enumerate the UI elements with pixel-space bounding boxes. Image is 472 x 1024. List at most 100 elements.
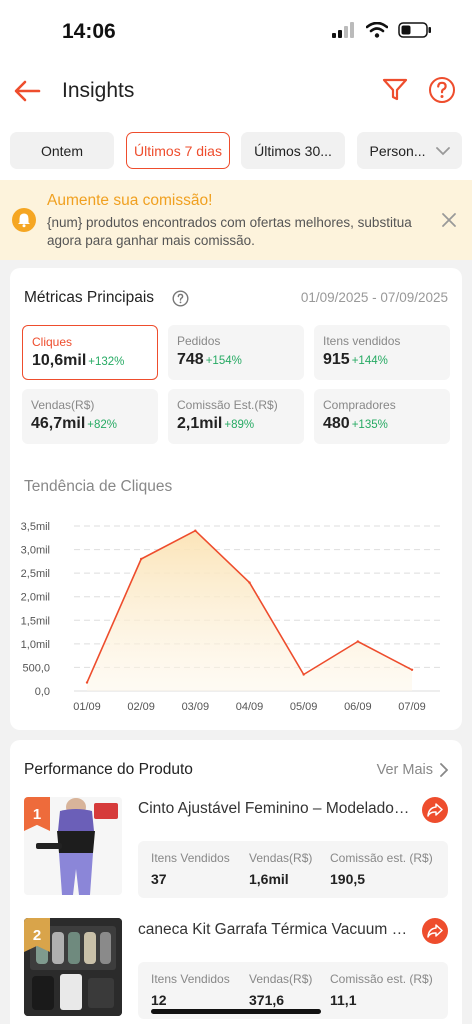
product-stats: Itens Vendidos 37 Vendas(R$) 1,6mil Comi… (138, 841, 448, 898)
tab-custom[interactable]: Person... (357, 132, 462, 169)
metric-value: 2,1mil (177, 415, 223, 432)
stat-label: Comissão est. (R$) (330, 851, 433, 865)
x-tick-label: 05/09 (290, 701, 318, 713)
page-title: Insights (62, 79, 135, 102)
data-point (194, 529, 197, 532)
tab-last-7-days[interactable]: Últimos 7 dias (126, 132, 230, 169)
share-arrow-icon (427, 803, 443, 817)
see-more-link[interactable]: Ver Mais (377, 762, 448, 778)
metric-change: +82% (87, 419, 117, 431)
metric-change: +135% (351, 419, 388, 431)
app-header: Insights (0, 62, 472, 120)
arrow-left-icon (14, 80, 41, 102)
chart-title: Tendência de Cliques (24, 478, 173, 495)
metric-card-pedidos[interactable]: Pedidos 748 +154% (168, 325, 304, 380)
date-range-tabs: Ontem Últimos 7 dias Últimos 30... Perso… (0, 120, 472, 180)
status-bar: 14:06 (0, 0, 472, 62)
product-name: caneca Kit Garrafa Térmica Vacuum Flask … (138, 921, 413, 938)
metric-label: Itens vendidos (323, 334, 401, 348)
see-more-label: Ver Mais (376, 762, 433, 778)
wifi-icon (366, 22, 388, 38)
metric-card-cliques[interactable]: Cliques 10,6mil +132% (22, 325, 158, 380)
chevron-right-icon (440, 763, 448, 777)
status-icons (332, 22, 432, 38)
metric-label: Comissão Est.(R$) (177, 398, 278, 412)
area-fill (87, 530, 412, 691)
metric-label: Vendas(R$) (31, 398, 95, 412)
banner-title: Aumente sua comissão! (47, 192, 213, 209)
metric-value: 46,7mil (31, 415, 86, 432)
home-indicator[interactable] (151, 1009, 321, 1014)
y-tick-label: 3,0mil (21, 545, 50, 557)
x-tick-label: 03/09 (182, 701, 210, 713)
filter-button[interactable] (381, 76, 409, 104)
tab-last-30-days[interactable]: Últimos 30... (241, 132, 345, 169)
product-name: Cinto Ajustável Feminino – Modelador Cin… (138, 800, 413, 817)
stat-value: 1,6mil (249, 871, 289, 887)
tab-label: Ontem (40, 142, 83, 159)
product-performance-card: Performance do Produto Ver Mais 1 Cinto … (10, 740, 462, 1024)
question-circle-icon (429, 77, 455, 103)
metric-value: 480 (323, 415, 350, 432)
stat-label: Comissão est. (R$) (330, 972, 433, 986)
metric-value: 748 (177, 351, 204, 368)
data-point (248, 581, 251, 584)
data-point (85, 681, 89, 684)
metric-value: 10,6mil (32, 352, 87, 369)
x-tick-label: 01/09 (73, 701, 101, 713)
metric-card-vendas[interactable]: Vendas(R$) 46,7mil +82% (22, 389, 158, 444)
data-point (356, 640, 360, 643)
stat-value: 12 (151, 992, 167, 1008)
metric-card-comissao[interactable]: Comissão Est.(R$) 2,1mil +89% (168, 389, 304, 444)
close-icon[interactable] (440, 211, 458, 229)
data-point (302, 673, 305, 676)
tab-label: Últimos 30... (254, 142, 332, 159)
stat-label: Vendas(R$) (249, 972, 313, 986)
x-tick-label: 07/09 (398, 701, 426, 713)
data-point (139, 557, 143, 561)
funnel-icon (382, 78, 408, 101)
y-tick-label: 500,0 (22, 662, 50, 674)
info-icon[interactable] (172, 290, 189, 307)
tab-ontem[interactable]: Ontem (10, 132, 114, 169)
y-tick-label: 0,0 (35, 686, 50, 698)
metric-change: +154% (205, 355, 242, 367)
metric-label: Pedidos (177, 334, 221, 348)
help-button[interactable] (428, 76, 456, 104)
share-arrow-icon (427, 924, 443, 938)
metric-card-compradores[interactable]: Compradores 480 +135% (314, 389, 450, 444)
y-tick-label: 1,0mil (21, 639, 50, 651)
stat-value: 371,6 (249, 992, 285, 1008)
x-tick-label: 06/09 (344, 701, 372, 713)
y-tick-label: 2,0mil (21, 592, 50, 604)
performance-title: Performance do Produto (24, 761, 193, 778)
product-image: 2 (24, 918, 122, 1016)
stat-label: Itens Vendidos (151, 851, 230, 865)
bell-icon (12, 208, 36, 232)
y-tick-label: 3,5mil (21, 521, 50, 533)
share-button[interactable] (422, 918, 448, 944)
tab-label: Últimos 7 dias (134, 142, 222, 159)
metric-card-itens-vendidos[interactable]: Itens vendidos 915 +144% (314, 325, 450, 380)
y-tick-label: 1,5mil (21, 615, 50, 627)
battery-icon (398, 22, 431, 38)
banner-text: {num} produtos encontrados com ofertas m… (47, 215, 412, 248)
back-button[interactable] (12, 76, 42, 106)
metric-change: +144% (351, 355, 388, 367)
x-tick-label: 04/09 (236, 701, 264, 713)
y-tick-label: 2,5mil (21, 568, 50, 580)
x-tick-label: 02/09 (127, 701, 155, 713)
stat-value: 190,5 (330, 871, 366, 887)
stat-label: Itens Vendidos (151, 972, 230, 986)
share-button[interactable] (422, 797, 448, 823)
signal-icon (332, 22, 354, 38)
product-image: 1 (24, 797, 122, 895)
stat-label: Vendas(R$) (249, 851, 313, 865)
stat-value: 37 (151, 871, 167, 887)
data-point (410, 668, 414, 671)
clicks-trend-chart: 0,0 500,0 1,0mil 1,5mil 2,0mil 2,5mil 3,0mil 3,… (21, 521, 440, 713)
tab-label: Person... (369, 142, 426, 159)
metric-value: 915 (323, 351, 350, 368)
metric-label: Cliques (32, 335, 73, 349)
date-range: 01/09/2025 - 07/09/2025 (300, 290, 448, 305)
